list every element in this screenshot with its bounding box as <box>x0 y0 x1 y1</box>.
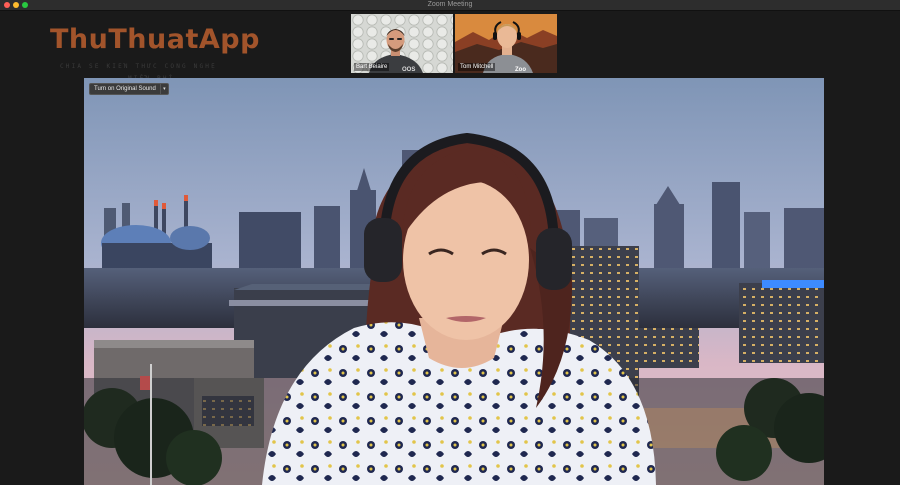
participant-name: Bart Beiaire <box>354 63 390 71</box>
shirt-text: Zoo <box>515 67 526 73</box>
chevron-down-icon[interactable]: ▾ <box>159 84 168 94</box>
speaker-video-feed <box>84 78 824 485</box>
participant-thumbnail[interactable]: Zoo Tom Mitchell <box>455 14 557 73</box>
participant-thumbnail[interactable]: OOS Bart Beiaire <box>351 14 453 73</box>
window-title: Zoom Meeting <box>427 1 473 8</box>
zoom-meeting-window: Zoom Meeting ThuThuatApp CHIA SẺ KIẾN TH… <box>0 0 900 485</box>
shirt-text: OOS <box>402 67 415 73</box>
watermark-tagline: CHIA SẺ KIẾN THỨC CÔNG NGHỆ <box>60 63 217 70</box>
original-sound-button[interactable]: Turn on Original Sound ▾ <box>89 83 169 95</box>
original-sound-label: Turn on Original Sound <box>94 86 156 92</box>
active-speaker-video[interactable] <box>84 78 824 485</box>
title-bar: Zoom Meeting <box>0 0 900 11</box>
participant-name: Tom Mitchell <box>458 63 496 71</box>
watermark-logo: ThuThuatApp <box>50 24 260 55</box>
